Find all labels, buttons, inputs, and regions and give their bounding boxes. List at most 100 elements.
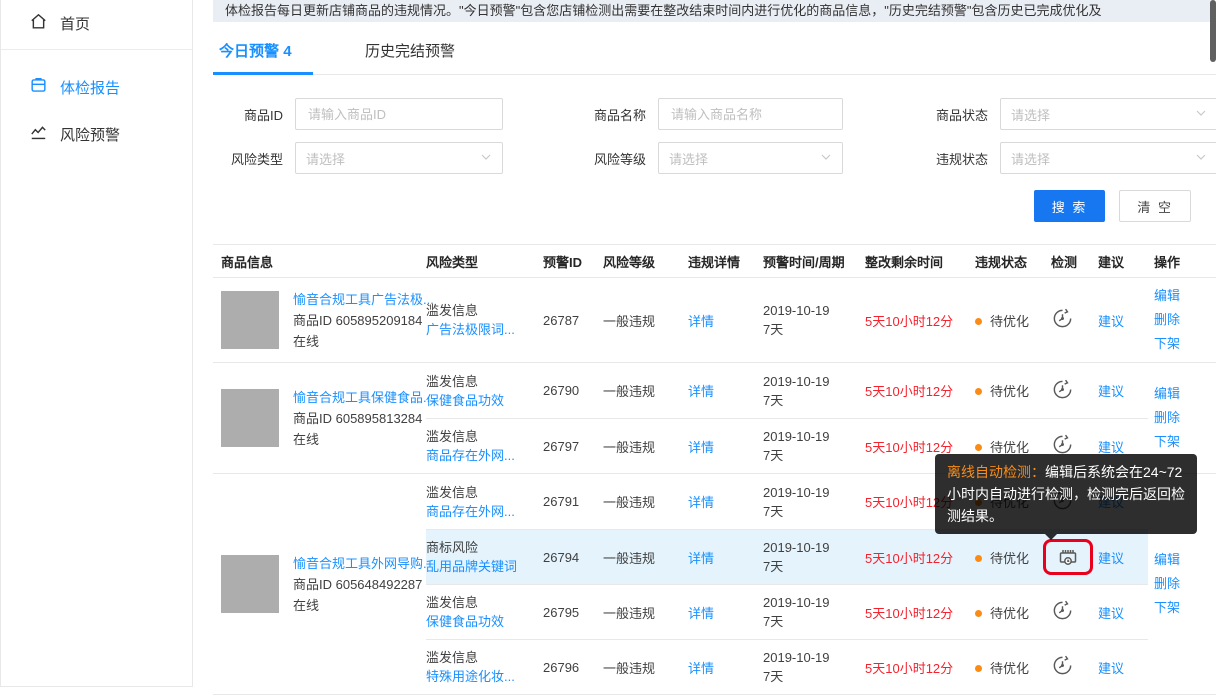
tab-history-alerts[interactable]: 历史完结预警: [359, 28, 461, 74]
risk-detail-link[interactable]: 商品存在外网...: [426, 446, 543, 465]
suggest-cell: 建议: [1098, 381, 1148, 400]
product-name-link[interactable]: 愉音合规工具保健食品...: [293, 387, 426, 408]
unshelve-link[interactable]: 下架: [1154, 596, 1216, 620]
sidebar: 首页 体检报告 风险预警: [0, 0, 193, 687]
detail-link[interactable]: 详情: [688, 314, 714, 329]
risk-type-cell: 滥发信息特殊用途化妆...: [426, 648, 543, 686]
unshelve-link[interactable]: 下架: [1154, 430, 1216, 454]
suggest-link[interactable]: 建议: [1098, 551, 1124, 566]
detail-link[interactable]: 详情: [688, 606, 714, 621]
alert-id-cell: 26794: [543, 550, 603, 565]
risk-detail-link[interactable]: 特殊用途化妆...: [426, 667, 543, 686]
risk-level-select[interactable]: 请选择: [658, 142, 843, 174]
clock-history-icon[interactable]: [1051, 599, 1074, 622]
main-content: 体检报告每日更新店铺商品的违规情况。"今日预警"包含您店铺检测出需要在整改结束时…: [213, 0, 1216, 695]
suggest-link[interactable]: 建议: [1098, 384, 1124, 399]
alert-date-text: 2019-10-19: [763, 372, 865, 391]
clock-history-icon[interactable]: [1051, 433, 1074, 456]
delete-link[interactable]: 删除: [1154, 406, 1216, 430]
risk-detail-link[interactable]: 商品存在外网...: [426, 502, 543, 521]
risk-type-cell: 滥发信息商品存在外网...: [426, 483, 543, 521]
product-info-cell: 愉音合规工具外网导购...商品ID 605648492287在线: [213, 553, 426, 616]
violation-detail-cell: 详情: [688, 437, 763, 456]
search-button[interactable]: 搜 索: [1034, 190, 1106, 222]
risk-type-cell: 商标风险乱用品牌关键词: [426, 538, 543, 576]
sidebar-item-home[interactable]: 首页: [1, 0, 192, 47]
risk-level-cell: 一般违规: [603, 492, 688, 511]
violation-status-cell: 待优化: [975, 437, 1051, 456]
sidebar-item-report[interactable]: 体检报告: [1, 64, 192, 111]
detail-link[interactable]: 详情: [688, 495, 714, 510]
product-name-input[interactable]: [669, 106, 832, 123]
edit-link[interactable]: 编辑: [1154, 382, 1216, 406]
product-meta: 愉音合规工具广告法极...商品ID 605895209184在线: [293, 289, 426, 352]
alert-cycle-text: 7天: [763, 320, 865, 339]
risk-level-cell: 一般违规: [603, 311, 688, 330]
detail-link[interactable]: 详情: [688, 384, 714, 399]
risk-detail-link[interactable]: 保健食品功效: [426, 391, 543, 410]
product-image: [221, 555, 279, 613]
alert-date-text: 2019-10-19: [763, 538, 865, 557]
alert-cycle-text: 7天: [763, 612, 865, 631]
risk-detail-link[interactable]: 乱用品牌关键词: [426, 557, 543, 576]
detect-cell: [1051, 654, 1098, 680]
suggest-link[interactable]: 建议: [1098, 661, 1124, 676]
risk-level-cell: 一般违规: [603, 437, 688, 456]
product-id-text: 商品ID 605648492287: [293, 574, 426, 595]
delete-link[interactable]: 删除: [1154, 308, 1216, 332]
suggest-link[interactable]: 建议: [1098, 606, 1124, 621]
clock-history-icon[interactable]: [1051, 654, 1074, 677]
sidebar-item-label: 体检报告: [60, 77, 120, 98]
remaining-time-cell: 5天10小时12分: [865, 548, 975, 567]
suggest-link[interactable]: 建议: [1098, 440, 1124, 455]
delete-link[interactable]: 删除: [1154, 572, 1216, 596]
risk-type-cell: 滥发信息广告法极限词...: [426, 301, 543, 339]
detail-link[interactable]: 详情: [688, 551, 714, 566]
offline-detect-icon[interactable]: [1056, 545, 1080, 569]
tab-count: 4: [283, 43, 291, 60]
clear-button[interactable]: 清 空: [1119, 190, 1191, 222]
suggest-link[interactable]: 建议: [1098, 314, 1124, 329]
product-id-input[interactable]: [306, 106, 492, 123]
detail-link[interactable]: 详情: [688, 440, 714, 455]
risk-detail-link[interactable]: 保健食品功效: [426, 612, 543, 631]
clock-history-icon[interactable]: [1051, 307, 1074, 330]
col-header-detect: 检测: [1051, 252, 1098, 271]
violation-status-cell: 待优化: [975, 311, 1051, 330]
alert-id-cell: 26787: [543, 313, 603, 328]
alert-time-cell: 2019-10-197天: [763, 538, 865, 576]
edit-link[interactable]: 编辑: [1154, 284, 1216, 308]
edit-link[interactable]: 编辑: [1154, 548, 1216, 572]
product-name-link[interactable]: 愉音合规工具广告法极...: [293, 289, 426, 310]
detect-cell: [1051, 378, 1098, 404]
violation-detail-cell: 详情: [688, 492, 763, 511]
status-dot: [975, 610, 982, 617]
sidebar-item-label: 风险预警: [60, 124, 120, 145]
detect-cell: [1051, 539, 1098, 575]
col-header-suggest: 建议: [1098, 252, 1148, 271]
table-header: 商品信息 风险类型 预警ID 风险等级 违规详情 预警时间/周期 整改剩余时间 …: [213, 244, 1216, 278]
scrollbar-thumb[interactable]: [1210, 0, 1216, 62]
violation-status-select[interactable]: 请选择: [1000, 142, 1216, 174]
alert-row: 滥发信息特殊用途化妆...26796一般违规详情2019-10-197天5天10…: [426, 639, 1148, 694]
status-dot: [975, 444, 982, 451]
unshelve-link[interactable]: 下架: [1154, 332, 1216, 356]
alert-cycle-text: 7天: [763, 391, 865, 410]
risk-type-cell: 滥发信息保健食品功效: [426, 593, 543, 631]
tab-today-alerts[interactable]: 今日预警 4: [213, 28, 315, 74]
product-status-select[interactable]: 请选择: [1000, 98, 1216, 130]
col-header-alert-id: 预警ID: [543, 252, 603, 271]
alert-date-text: 2019-10-19: [763, 301, 865, 320]
filter-label-violation-status: 违规状态: [920, 149, 1000, 168]
alert-cycle-text: 7天: [763, 667, 865, 686]
product-row: 愉音合规工具广告法极...商品ID 605895209184在线滥发信息广告法极…: [213, 278, 1216, 363]
status-dot: [975, 665, 982, 672]
clock-history-icon[interactable]: [1051, 378, 1074, 401]
product-name-link[interactable]: 愉音合规工具外网导购...: [293, 553, 426, 574]
remaining-time-cell: 5天10小时12分: [865, 381, 975, 400]
tooltip-title: 离线自动检测：: [947, 464, 1045, 480]
risk-detail-link[interactable]: 广告法极限词...: [426, 320, 543, 339]
detail-link[interactable]: 详情: [688, 661, 714, 676]
sidebar-item-risk[interactable]: 风险预警: [1, 111, 192, 158]
risk-type-select[interactable]: 请选择: [295, 142, 503, 174]
